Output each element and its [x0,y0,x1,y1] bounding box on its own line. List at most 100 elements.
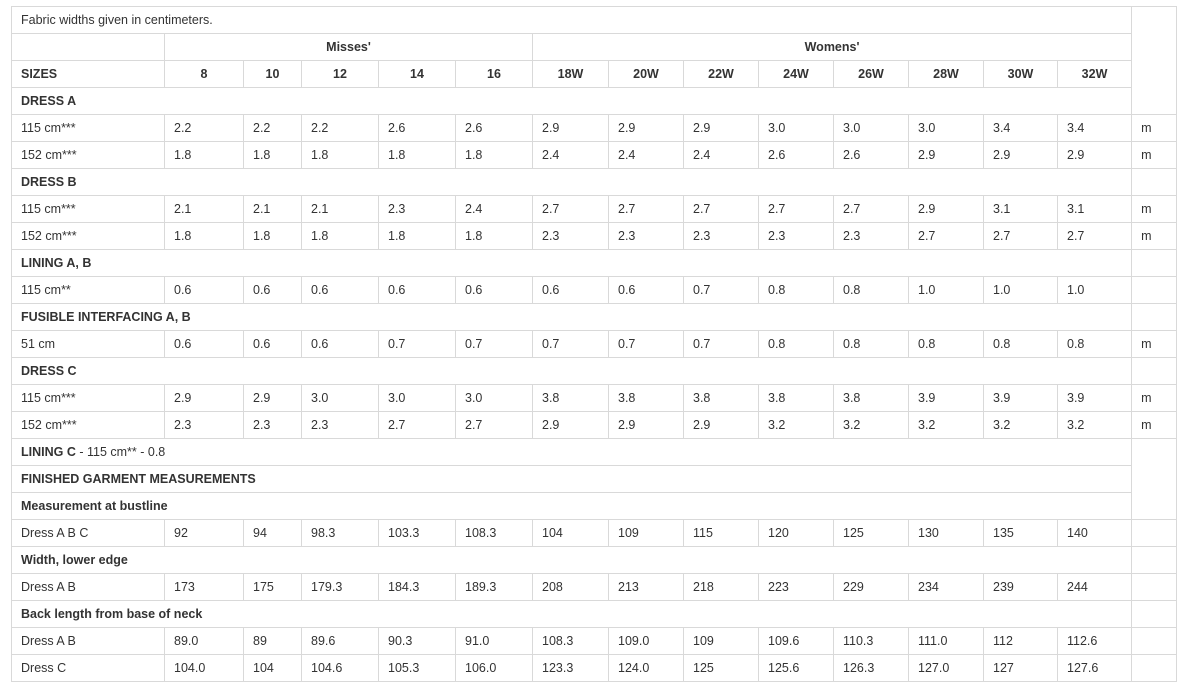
section-label: LINING A, B [21,255,92,270]
value-cell: 1.8 [164,222,244,250]
row-label: Dress C [11,654,165,682]
value-cell: 2.4 [532,141,609,169]
value-cell: 109 [608,519,684,547]
unit-cell [1131,465,1178,493]
value-cell: 2.1 [301,195,379,223]
value-cell: 3.8 [683,384,759,412]
section-label-cell: LINING A, B [10,249,1133,277]
data-row: Dress A B C 92 94 98.3 103.3 108.3 104 109 115 12… [11,519,1178,547]
value-cell: 2.1 [243,195,302,223]
section-row: Measurement at bustline [10,492,1178,520]
section-row: FUSIBLE INTERFACING A, B [10,303,1178,331]
value-cell: 2.2 [164,114,244,142]
value-cell: 125 [833,519,909,547]
value-cell: 2.3 [532,222,609,250]
value-cell: 0.6 [164,276,244,304]
value-cell: 91.0 [455,627,533,655]
value-cell: 2.3 [378,195,456,223]
row-label: 115 cm*** [11,384,165,412]
value-cell: 103.3 [378,519,456,547]
unit-cell [1131,357,1178,385]
value-cell: 94 [243,519,302,547]
value-cell: 3.4 [983,114,1058,142]
value-cell: 104 [243,654,302,682]
value-cell: 89 [243,627,302,655]
value-cell: 0.8 [983,330,1058,358]
row-label: 152 cm*** [11,222,165,250]
value-cell: 218 [683,573,759,601]
size-header: 12 [301,60,379,88]
value-cell: 140 [1056,519,1133,547]
value-cell: 189.3 [455,573,533,601]
size-header: 8 [164,60,244,88]
value-cell: 3.0 [758,114,834,142]
unit-cell [1131,87,1178,115]
row-label: 115 cm*** [11,114,165,142]
value-cell: 2.7 [908,222,984,250]
value-cell: 3.8 [532,384,609,412]
data-row: 115 cm*** 2.1 2.1 2.1 2.3 2.4 2.7 2.7 2.7 2.7 2.7 2… [11,195,1178,223]
value-cell: 1.8 [301,222,379,250]
row-label: Dress A B C [11,519,165,547]
value-cell: 2.7 [1056,222,1133,250]
value-cell: 1.8 [301,141,379,169]
note-text: Fabric widths given in centimeters. [10,6,1133,34]
value-cell: 3.0 [301,384,379,412]
value-cell: 2.9 [683,114,759,142]
row-label: 152 cm*** [11,411,165,439]
data-row: Dress A B 89.0 89 89.6 90.3 91.0 108.3 109.0 109… [11,627,1178,655]
unit-cell: m [1131,222,1178,250]
section-label-cell: DRESS A [10,87,1133,115]
value-cell: 125 [683,654,759,682]
section-row: DRESS C [10,357,1178,385]
value-cell: 2.7 [983,222,1058,250]
unit-cell [1131,33,1178,61]
value-cell: 3.1 [983,195,1058,223]
value-cell: 1.8 [455,141,533,169]
section-row: Back length from base of neck [10,600,1178,628]
size-header: 22W [683,60,759,88]
value-cell: 89.6 [301,627,379,655]
row-label: Dress A B [11,573,165,601]
value-cell: 124.0 [608,654,684,682]
value-cell: 3.2 [833,411,909,439]
group-blank-cell [11,33,165,61]
size-header: 14 [378,60,456,88]
value-cell: 2.9 [532,114,609,142]
unit-cell: m [1131,411,1178,439]
value-cell: 3.2 [908,411,984,439]
value-cell: 104.6 [301,654,379,682]
size-header: 26W [833,60,909,88]
unit-cell [1131,573,1178,601]
value-cell: 111.0 [908,627,984,655]
yardage-chart: Fabric widths given in centimeters. Miss… [10,6,1178,682]
value-cell: 3.2 [983,411,1058,439]
value-cell: 2.9 [908,195,984,223]
size-header: 18W [532,60,609,88]
value-cell: 1.0 [1056,276,1133,304]
section-label: Measurement at bustline [21,498,168,513]
value-cell: 120 [758,519,834,547]
value-cell: 2.4 [608,141,684,169]
unit-cell [1131,600,1178,628]
value-cell: 2.3 [301,411,379,439]
value-cell: 1.8 [378,141,456,169]
unit-cell [1131,168,1178,196]
data-row: 152 cm*** 1.8 1.8 1.8 1.8 1.8 2.3 2.3 2.3 2.3 2.3 2… [11,222,1178,250]
value-cell: 223 [758,573,834,601]
value-cell: 3.2 [758,411,834,439]
value-cell: 2.9 [532,411,609,439]
section-row: LINING C - 115 cm** - 0.8 [10,438,1178,466]
value-cell: 173 [164,573,244,601]
value-cell: 130 [908,519,984,547]
section-suffix: - 115 cm** - 0.8 [75,444,166,459]
value-cell: 2.9 [683,411,759,439]
value-cell: 1.8 [378,222,456,250]
section-label: DRESS B [21,174,77,189]
value-cell: 175 [243,573,302,601]
value-cell: 123.3 [532,654,609,682]
value-cell: 2.4 [455,195,533,223]
value-cell: 229 [833,573,909,601]
value-cell: 108.3 [455,519,533,547]
value-cell: 2.9 [164,384,244,412]
